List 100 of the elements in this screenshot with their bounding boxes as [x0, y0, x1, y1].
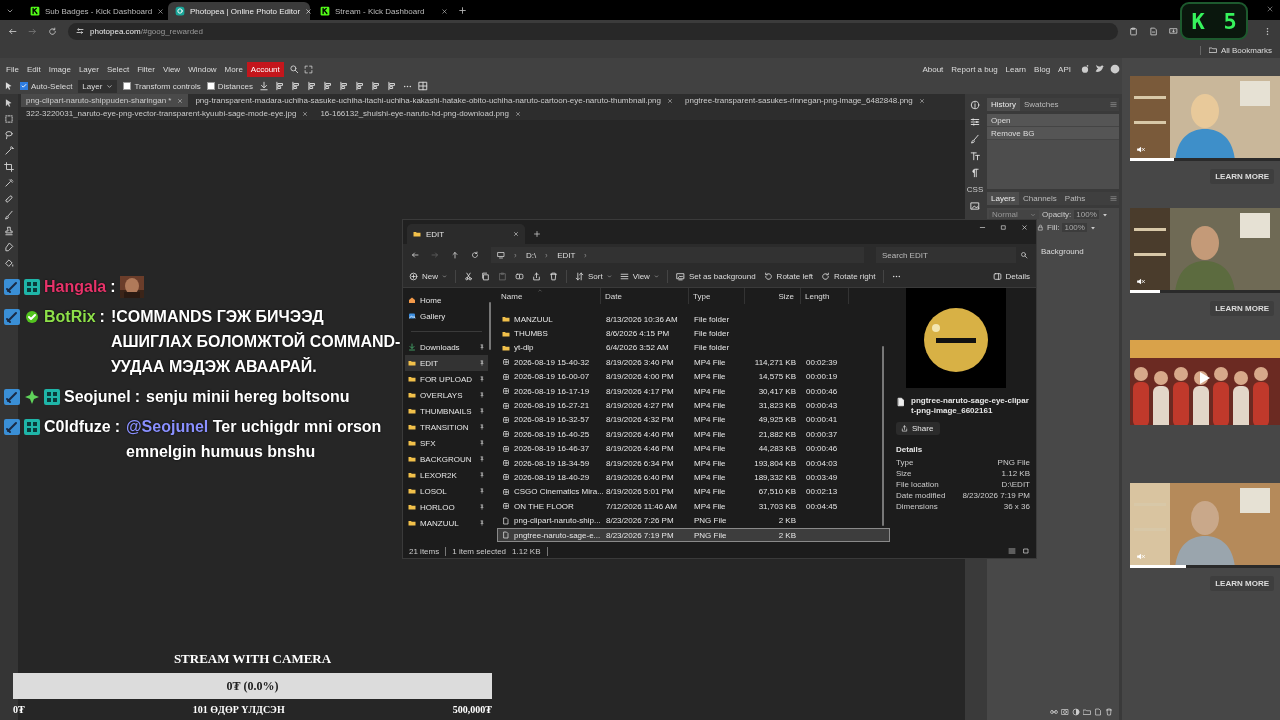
new-button[interactable]: New [409, 272, 447, 281]
brush-icon[interactable] [4, 210, 14, 220]
file-row[interactable]: 2026-08-19 16-46-37 8/19/2026 4:46 PM MP4 File 44,283 KB 00:00:46 [497, 441, 890, 456]
tiles-view-icon[interactable] [1022, 547, 1030, 555]
nav-item[interactable]: Home [405, 292, 488, 308]
panel-tab[interactable]: Channels [1019, 192, 1061, 205]
text-style-icon[interactable] [970, 151, 980, 161]
column-header[interactable]: Length [801, 288, 849, 304]
bookmarks-button[interactable]: All Bookmarks [1199, 45, 1272, 55]
file-row[interactable]: 2026-08-19 15-40-32 8/19/2026 3:40 PM MP4 File 114,271 KB 00:02:39 [497, 355, 890, 370]
layer-row[interactable]: Background [1041, 243, 1119, 259]
grid-icon[interactable] [417, 81, 428, 91]
chevron-down-icon[interactable] [6, 7, 14, 15]
learn-more-button[interactable]: LEARN MORE [1210, 300, 1274, 316]
document-tab[interactable]: png-transparent-madara-uchiha-sasuke-uchiha-itachi-uchiha-kakashi-hatake-obito-uchiha-naruto-cartoon-eye-naruto-thumbnail.png [190, 94, 678, 107]
panel-tab[interactable]: Swatches [1019, 98, 1063, 111]
file-row[interactable]: png-clipart-naruto-ship... 8/23/2026 7:26 PM PNG File 2 KB [497, 513, 890, 528]
file-row[interactable]: 2026-08-19 18-34-59 8/19/2026 6:34 PM MP4 File 193,804 KB 00:04:03 [497, 455, 890, 471]
copy-icon[interactable] [481, 272, 490, 281]
search-icon[interactable] [288, 64, 299, 74]
file-row[interactable]: CSGO Cinematics Mira... 8/19/2026 5:01 PM MP4 File 67,510 KB 00:02:13 [497, 484, 890, 500]
header-link[interactable]: API [1054, 64, 1075, 74]
close-icon[interactable] [667, 97, 673, 104]
align-icon[interactable] [322, 81, 333, 91]
plus-icon[interactable] [533, 230, 541, 238]
view-button[interactable]: View [619, 272, 659, 281]
wand-icon[interactable] [4, 146, 14, 156]
reload-icon[interactable] [48, 26, 57, 36]
header-link[interactable]: Blog [1030, 64, 1055, 74]
file-row[interactable]: 2026-08-19 16-00-07 8/19/2026 4:00 PM MP4 File 14,575 KB 00:00:19 [497, 369, 890, 384]
new-page-icon[interactable] [1094, 708, 1102, 716]
column-header[interactable]: Date [601, 288, 689, 304]
lock-icon[interactable] [1037, 224, 1044, 231]
username[interactable]: Hangala [44, 274, 107, 299]
file-row[interactable]: 2026-08-19 16-27-21 8/19/2026 4:27 PM MP4 File 31,823 KB 00:00:43 [497, 398, 890, 413]
mask-icon[interactable] [1061, 708, 1069, 716]
trash-icon[interactable] [549, 272, 558, 281]
details-button[interactable]: Details [992, 272, 1030, 281]
half-circle-icon[interactable] [1072, 708, 1080, 716]
close-icon[interactable] [302, 110, 309, 117]
document-icon[interactable] [1149, 26, 1158, 36]
align-icon[interactable] [306, 81, 317, 91]
browser-tab[interactable]: Sub Badges - Kick Dashboard [23, 2, 165, 20]
nav-item[interactable]: SFX [405, 435, 488, 451]
circle-icon[interactable] [1110, 64, 1120, 74]
folder-icon[interactable] [1083, 708, 1091, 716]
file-row[interactable]: 2026-08-19 16-17-19 8/19/2026 4:17 PM MP4 File 30,417 KB 00:00:46 [497, 383, 890, 399]
blend-mode-select[interactable]: Normal [989, 210, 1039, 219]
header-link[interactable]: Report a bug [947, 64, 1002, 74]
menu-item[interactable]: Window [184, 61, 221, 77]
site-settings-icon[interactable] [76, 27, 84, 35]
close-icon[interactable] [157, 7, 165, 15]
browser-tab[interactable]: Stream - Kick Dashboard [313, 2, 455, 20]
details-view-icon[interactable] [1008, 547, 1016, 555]
browser-tab[interactable]: Photopea | Online Photo Editor [168, 2, 310, 20]
scrollbar[interactable] [882, 346, 884, 526]
nav-item[interactable]: TRANSITION [405, 419, 488, 435]
file-row[interactable]: 2026-08-19 16-40-25 8/19/2026 4:40 PM MP4 File 21,882 KB 00:00:37 [497, 427, 890, 442]
learn-more-button[interactable]: LEARN MORE [1210, 168, 1274, 184]
rotate-right-button[interactable]: Rotate right [821, 272, 876, 281]
nav-item[interactable]: LOSOL [405, 483, 488, 499]
move-tool-icon[interactable] [4, 81, 14, 91]
fullscreen-icon[interactable] [303, 64, 313, 74]
panel-menu-icon[interactable] [1110, 100, 1117, 109]
nav-item[interactable]: THUMBNAILS [405, 403, 488, 419]
menu-item[interactable]: Image [44, 61, 75, 77]
document-tab[interactable]: 322-3220031_naruto-eye-png-vector-transparent-kyuubi-sage-mode-eye.jpg [21, 107, 314, 120]
file-row[interactable]: 2026-08-19 16-32-57 8/19/2026 4:32 PM MP4 File 49,925 KB 00:00:41 [497, 412, 890, 428]
panel-tab[interactable]: Paths [1060, 192, 1090, 205]
image-icon[interactable] [970, 201, 980, 211]
checkbox[interactable] [206, 82, 215, 90]
close-icon[interactable] [441, 7, 448, 15]
breadcrumb[interactable]: D:\ [526, 250, 537, 260]
file-row[interactable]: THUMBS 8/6/2026 4:15 PM File folder [497, 326, 890, 341]
learn-more-button[interactable]: LEARN MORE [1210, 575, 1274, 591]
download-icon[interactable] [258, 81, 269, 91]
rotate-left-button[interactable]: Rotate left [763, 272, 814, 281]
address-bar[interactable]: D:\ EDIT [491, 247, 864, 263]
fill-field[interactable]: 100% [1062, 223, 1087, 232]
clipboard-icon[interactable] [1129, 26, 1138, 36]
close-icon[interactable] [918, 97, 925, 104]
nav-item[interactable]: MANZUUL [405, 515, 488, 531]
nav-item[interactable]: FOR UPLOAD [405, 371, 488, 387]
username[interactable]: BotRix [44, 304, 96, 329]
align-icon[interactable] [370, 81, 381, 91]
bandage-icon[interactable] [4, 194, 14, 204]
document-tab[interactable]: pngtree-transparent-sasukes-rinnegan-png-image_6482848.png [680, 94, 930, 107]
menu-item[interactable]: Filter [133, 61, 159, 77]
brush-icon[interactable] [970, 134, 980, 144]
column-header[interactable]: Size [745, 288, 801, 304]
align-icon[interactable] [386, 81, 397, 91]
share-button[interactable]: Share [896, 422, 940, 435]
scissors-icon[interactable] [464, 272, 473, 281]
history-step[interactable]: Open [987, 114, 1119, 127]
file-row[interactable]: yt-dlp 6/4/2026 3:52 AM File folder [497, 340, 890, 356]
nav-item[interactable]: BACKGROUN [405, 451, 488, 467]
sort-button[interactable]: Sort [575, 272, 612, 281]
rename-icon[interactable] [515, 272, 524, 281]
nav-item[interactable]: Downloads [405, 339, 488, 355]
search-field[interactable]: Search EDIT [876, 247, 1016, 263]
